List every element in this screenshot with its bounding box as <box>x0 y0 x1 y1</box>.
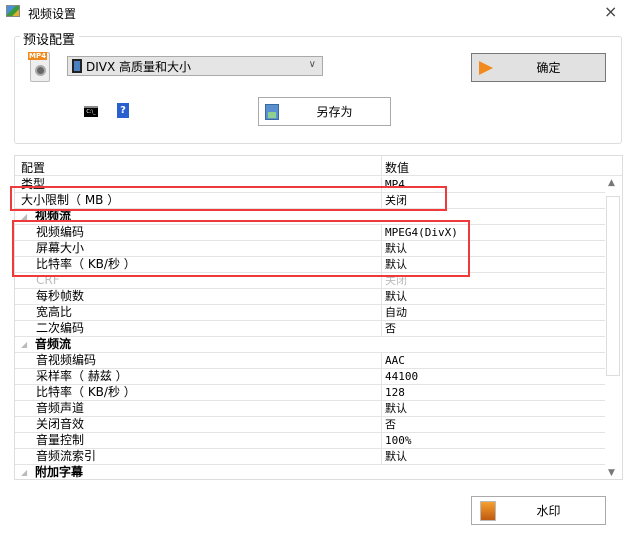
film-icon <box>72 59 82 73</box>
scrollbar-thumb[interactable] <box>606 196 620 376</box>
table-row[interactable]: 音视频编码 AAC <box>15 353 605 369</box>
confirm-label: 确定 <box>536 61 561 75</box>
vertical-scrollbar[interactable]: ▲ ▼ <box>604 176 622 479</box>
window-title: 视频设置 <box>28 7 77 21</box>
table-row[interactable]: 比特率（ KB/秒 ） 128 <box>15 385 605 401</box>
preset-group-label: 预设配置 <box>20 29 80 48</box>
row-value: 自动 <box>385 306 407 319</box>
app-icon <box>6 5 20 17</box>
help-icon[interactable]: ? <box>117 103 129 118</box>
mp4-file-icon: MP4 <box>28 52 50 82</box>
column-header-value: 数值 <box>385 161 410 175</box>
row-value: 默认 <box>385 290 407 303</box>
row-value: 默认 <box>385 450 407 463</box>
row-key: 关闭音效 <box>36 417 85 431</box>
table-row[interactable]: 宽高比 自动 <box>15 305 605 321</box>
table-row[interactable]: 音频声道 默认 <box>15 401 605 417</box>
table-header: 配置 数值 <box>15 156 622 176</box>
row-key: 二次编码 <box>36 321 85 335</box>
category-row[interactable]: ◢ 音频流 <box>15 337 605 353</box>
highlight-box-video-settings <box>12 220 470 277</box>
scroll-up-icon[interactable]: ▲ <box>608 178 615 188</box>
table-row[interactable]: 采样率（ 赫兹 ） 44100 <box>15 369 605 385</box>
row-value: 否 <box>385 322 396 335</box>
collapse-triangle-icon[interactable]: ◢ <box>21 337 27 352</box>
table-row[interactable]: 每秒帧数 默认 <box>15 289 605 305</box>
row-key: 采样率（ 赫兹 ） <box>36 369 128 383</box>
row-key: 音视频编码 <box>36 353 97 367</box>
row-key: 附加字幕 <box>35 465 84 479</box>
scroll-down-icon[interactable]: ▼ <box>608 468 615 478</box>
close-icon[interactable]: × <box>604 2 617 21</box>
column-header-config: 配置 <box>21 161 46 175</box>
row-value: 128 <box>385 386 405 399</box>
save-as-button[interactable]: 另存为 <box>258 97 391 126</box>
table-row[interactable]: 音量控制 100% <box>15 433 605 449</box>
command-prompt-icon[interactable]: C:\_ <box>84 106 98 117</box>
watermark-label: 水印 <box>536 504 561 518</box>
row-value: 默认 <box>385 402 407 415</box>
row-key: 音频声道 <box>36 401 85 415</box>
chevron-down-icon: ∨ <box>308 59 316 70</box>
table-row[interactable]: 音频流索引 默认 <box>15 449 605 465</box>
confirm-button[interactable]: 确定 <box>471 53 606 82</box>
row-key: 宽高比 <box>36 305 73 319</box>
watermark-button[interactable]: 水印 <box>471 496 606 525</box>
preset-selected-value: DIVX 高质量和大小 <box>86 59 192 74</box>
row-value: AAC <box>385 354 405 367</box>
row-value: 44100 <box>385 370 419 383</box>
preset-select[interactable]: DIVX 高质量和大小 ∨ <box>67 56 323 76</box>
row-key: 音量控制 <box>36 433 85 447</box>
row-value: 100% <box>385 434 412 447</box>
table-row[interactable]: 关闭音效 否 <box>15 417 605 433</box>
row-key: 每秒帧数 <box>36 289 85 303</box>
row-key: 音频流索引 <box>36 449 97 463</box>
collapse-triangle-icon[interactable]: ◢ <box>21 465 27 479</box>
save-as-label: 另存为 <box>316 105 353 119</box>
row-key: 音频流 <box>35 337 72 351</box>
highlight-box-size-limit <box>10 186 447 211</box>
row-key: 比特率（ KB/秒 ） <box>36 385 136 399</box>
row-value: 否 <box>385 418 396 431</box>
category-row[interactable]: ◢ 附加字幕 <box>15 465 605 479</box>
table-row[interactable]: 二次编码 否 <box>15 321 605 337</box>
